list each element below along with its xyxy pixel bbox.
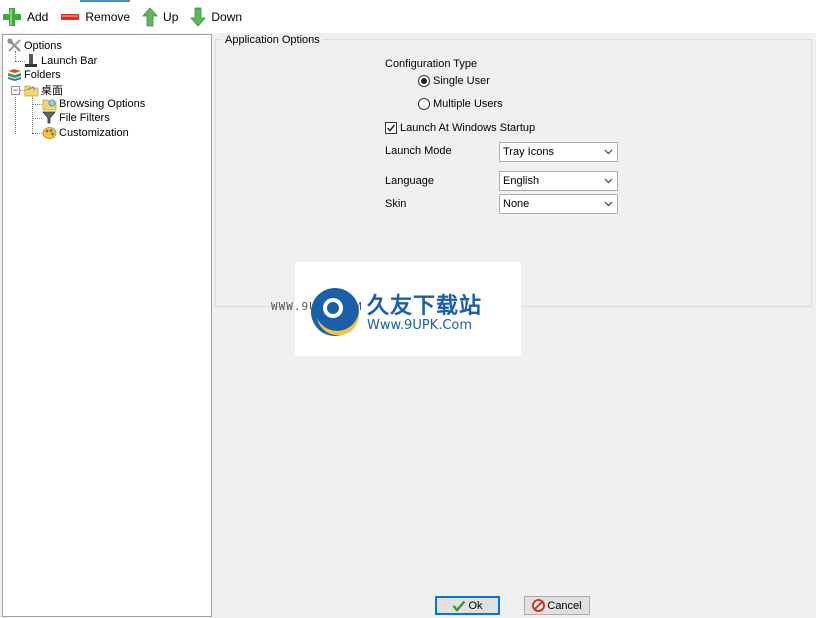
group-title: Application Options [222, 34, 323, 46]
chevron-down-icon [604, 178, 613, 184]
skin-value: None [503, 198, 530, 210]
down-button[interactable]: Down [190, 5, 242, 29]
multiple-users-label: Multiple Users [433, 98, 503, 110]
launch-bar-icon [23, 53, 39, 68]
launch-mode-select[interactable]: Tray Icons [499, 142, 618, 162]
tree-item-customization[interactable]: Customization [41, 125, 129, 140]
tree-line [15, 97, 16, 134]
plus-icon [3, 7, 21, 26]
tree-item-launch-bar[interactable]: Launch Bar [23, 53, 97, 68]
checkbox-box [385, 122, 397, 134]
remove-button-label: Remove [85, 9, 131, 24]
checkmark-icon [386, 124, 396, 132]
radio-circle [418, 75, 430, 87]
top-accent-bar [80, 0, 130, 2]
launch-at-startup-label: Launch At Windows Startup [400, 122, 536, 134]
tree-item-folders[interactable]: Folders [6, 67, 61, 82]
chevron-down-icon [604, 201, 613, 207]
tree-item-label: File Filters [59, 111, 110, 124]
ok-button-label: Ok [468, 599, 483, 612]
watermark-logo-icon [311, 288, 360, 336]
single-user-radio[interactable]: Single User [418, 75, 490, 87]
tree-item-options[interactable]: Options [6, 38, 62, 53]
launch-mode-label: Launch Mode [385, 145, 452, 157]
watermark-overlay: WWW.9UPK.COM 久友下载站 Www.9UPK.Com [271, 262, 521, 356]
arrow-down-icon [190, 7, 207, 27]
language-select[interactable]: English [499, 171, 618, 191]
cancel-icon [532, 599, 546, 612]
tree-item-label: Launch Bar [41, 54, 98, 67]
tree-item-label: Options [24, 39, 62, 52]
tree-item-label: Customization [59, 126, 129, 139]
remove-button[interactable]: Remove [60, 5, 130, 29]
options-tree[interactable]: − Options Launch Bar Folders 桌面 Browsing… [2, 34, 212, 617]
configuration-type-label: Configuration Type [385, 58, 478, 70]
tree-item-desktop[interactable]: 桌面 [23, 82, 63, 97]
folder-icon [23, 82, 39, 97]
tree-item-label: Folders [24, 68, 61, 81]
skin-label: Skin [385, 198, 407, 210]
up-button[interactable]: Up [142, 5, 178, 29]
toolbar: Add Remove Up Down [0, 0, 816, 33]
cancel-button-label: Cancel [547, 599, 582, 612]
language-label: Language [385, 175, 434, 187]
filter-icon [41, 110, 57, 125]
ok-button[interactable]: Ok [435, 596, 500, 615]
up-button-label: Up [163, 9, 179, 24]
tree-collapse-toggle[interactable]: − [11, 86, 20, 95]
multiple-users-radio[interactable]: Multiple Users [418, 98, 503, 110]
browse-folder-icon [41, 96, 57, 111]
single-user-label: Single User [433, 75, 490, 87]
skin-select[interactable]: None [499, 194, 618, 214]
add-button-label: Add [27, 9, 49, 24]
tree-item-browsing-options[interactable]: Browsing Options [41, 96, 145, 111]
radio-circle [418, 98, 430, 110]
launch-at-startup-checkbox[interactable]: Launch At Windows Startup [385, 122, 535, 134]
tree-item-file-filters[interactable]: File Filters [41, 110, 110, 125]
folders-icon [6, 67, 22, 82]
down-button-label: Down [211, 9, 243, 24]
palette-icon [41, 125, 57, 140]
radio-selected-dot [421, 78, 427, 84]
add-button[interactable]: Add [2, 5, 48, 29]
arrow-up-icon [142, 6, 158, 26]
tree-item-label: Browsing Options [59, 97, 146, 110]
chevron-down-icon [604, 149, 613, 155]
checkmark-icon [453, 600, 466, 612]
watermark-cn-text: 久友下载站 [367, 294, 483, 319]
watermark-url-text: Www.9UPK.Com [367, 318, 473, 333]
language-value: English [503, 175, 540, 187]
launch-mode-value: Tray Icons [503, 146, 554, 158]
cancel-button[interactable]: Cancel [524, 596, 590, 615]
tools-icon [6, 38, 22, 53]
tree-line [32, 97, 33, 133]
minus-icon [61, 13, 80, 20]
